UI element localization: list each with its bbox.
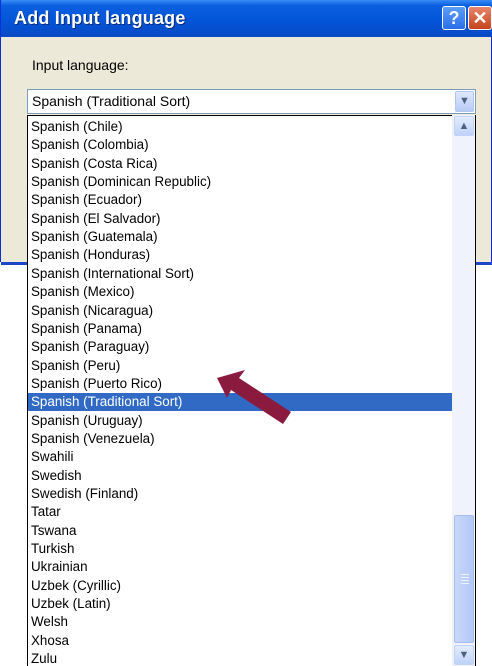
grip-line xyxy=(461,574,469,575)
list-item[interactable]: Spanish (Venezuela) xyxy=(28,430,456,448)
scroll-down-button[interactable]: ▼ xyxy=(454,645,474,665)
list-item[interactable]: Spanish (Mexico) xyxy=(28,283,456,301)
list-item[interactable]: Spanish (Nicaragua) xyxy=(28,302,456,320)
input-language-combobox[interactable]: Spanish (Traditional Sort) ▼ xyxy=(27,89,476,114)
list-item[interactable]: Xhosa xyxy=(28,632,456,650)
chevron-up-icon: ▲ xyxy=(458,120,470,132)
help-button[interactable]: ? xyxy=(442,6,466,30)
list-item[interactable]: Spanish (Dominican Republic) xyxy=(28,173,456,191)
chevron-down-icon: ▼ xyxy=(459,95,470,107)
title-bar: Add Input language ? ✕ xyxy=(1,0,492,37)
list-item[interactable]: Swedish (Finland) xyxy=(28,485,456,503)
annotation-arrow-icon xyxy=(217,370,291,424)
list-item[interactable]: Zulu xyxy=(28,650,456,666)
list-item[interactable]: Spanish (Chile) xyxy=(28,118,456,136)
list-item[interactable]: Ukrainian xyxy=(28,558,456,576)
list-item[interactable]: Turkish xyxy=(28,540,456,558)
list-item[interactable]: Spanish (Ecuador) xyxy=(28,191,456,209)
grip-line xyxy=(461,580,469,581)
list-item[interactable]: Uzbek (Latin) xyxy=(28,595,456,613)
list-item[interactable]: Welsh xyxy=(28,613,456,631)
list-item[interactable]: Swahili xyxy=(28,448,456,466)
list-item[interactable]: Spanish (Colombia) xyxy=(28,136,456,154)
list-scrollbar[interactable]: ▲ ▼ xyxy=(452,115,475,666)
scroll-up-button[interactable]: ▲ xyxy=(454,116,474,136)
list-item[interactable]: Spanish (Costa Rica) xyxy=(28,155,456,173)
list-item[interactable]: Spanish (Guatemala) xyxy=(28,228,456,246)
list-item[interactable]: Spanish (Panama) xyxy=(28,320,456,338)
scrollbar-thumb[interactable] xyxy=(454,515,474,643)
list-item[interactable]: Spanish (Honduras) xyxy=(28,246,456,264)
grip-line xyxy=(461,577,469,578)
grip-line xyxy=(461,583,469,584)
list-item[interactable]: Spanish (Paraguay) xyxy=(28,338,456,356)
input-language-label: Input language: xyxy=(32,57,129,73)
dialog-title: Add Input language xyxy=(14,8,186,28)
list-item[interactable]: Spanish (International Sort) xyxy=(28,265,456,283)
close-button[interactable]: ✕ xyxy=(468,6,492,30)
list-item[interactable]: Swedish xyxy=(28,467,456,485)
list-item[interactable]: Uzbek (Cyrillic) xyxy=(28,577,456,595)
list-item[interactable]: Tatar xyxy=(28,503,456,521)
combobox-value: Spanish (Traditional Sort) xyxy=(32,93,191,109)
list-item[interactable]: Spanish (El Salvador) xyxy=(28,210,456,228)
list-item[interactable]: Tswana xyxy=(28,522,456,540)
dropdown-button[interactable]: ▼ xyxy=(455,91,474,112)
chevron-down-icon: ▼ xyxy=(458,649,470,661)
